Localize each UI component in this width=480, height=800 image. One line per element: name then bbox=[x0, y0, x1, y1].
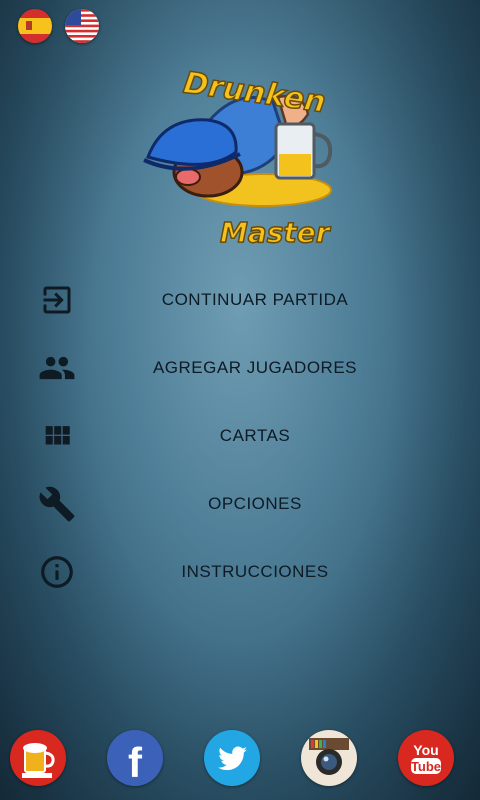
logo-title-line2: Master bbox=[220, 216, 332, 249]
main-menu: CONTINUAR PARTIDA AGREGAR JUGADORES CART… bbox=[0, 266, 480, 606]
login-icon bbox=[38, 281, 76, 319]
menu-item-instrucciones[interactable]: INSTRUCCIONES bbox=[0, 538, 480, 606]
twitter-icon[interactable] bbox=[204, 730, 260, 786]
instagram-icon[interactable] bbox=[301, 730, 357, 786]
beer-app-icon[interactable] bbox=[10, 730, 66, 786]
facebook-icon[interactable]: f bbox=[107, 730, 163, 786]
people-icon bbox=[38, 349, 76, 387]
menu-item-opciones[interactable]: OPCIONES bbox=[0, 470, 480, 538]
youtube-icon[interactable]: You Tube bbox=[398, 730, 454, 786]
svg-text:You: You bbox=[413, 742, 438, 758]
menu-item-cartas[interactable]: CARTAS bbox=[0, 402, 480, 470]
social-bar: f You Tube bbox=[0, 720, 480, 800]
wrench-icon bbox=[38, 485, 76, 523]
menu-item-continuar-partida[interactable]: CONTINUAR PARTIDA bbox=[0, 266, 480, 334]
spain-flag-icon[interactable] bbox=[18, 9, 52, 43]
drunken-master-logo: Drunken Master bbox=[138, 62, 338, 252]
info-icon bbox=[38, 553, 76, 591]
menu-item-agregar-jugadores[interactable]: AGREGAR JUGADORES bbox=[0, 334, 480, 402]
svg-text:Tube: Tube bbox=[411, 759, 441, 774]
grid-icon bbox=[38, 417, 76, 455]
usa-flag-icon[interactable] bbox=[65, 9, 99, 43]
svg-text:f: f bbox=[128, 739, 143, 786]
